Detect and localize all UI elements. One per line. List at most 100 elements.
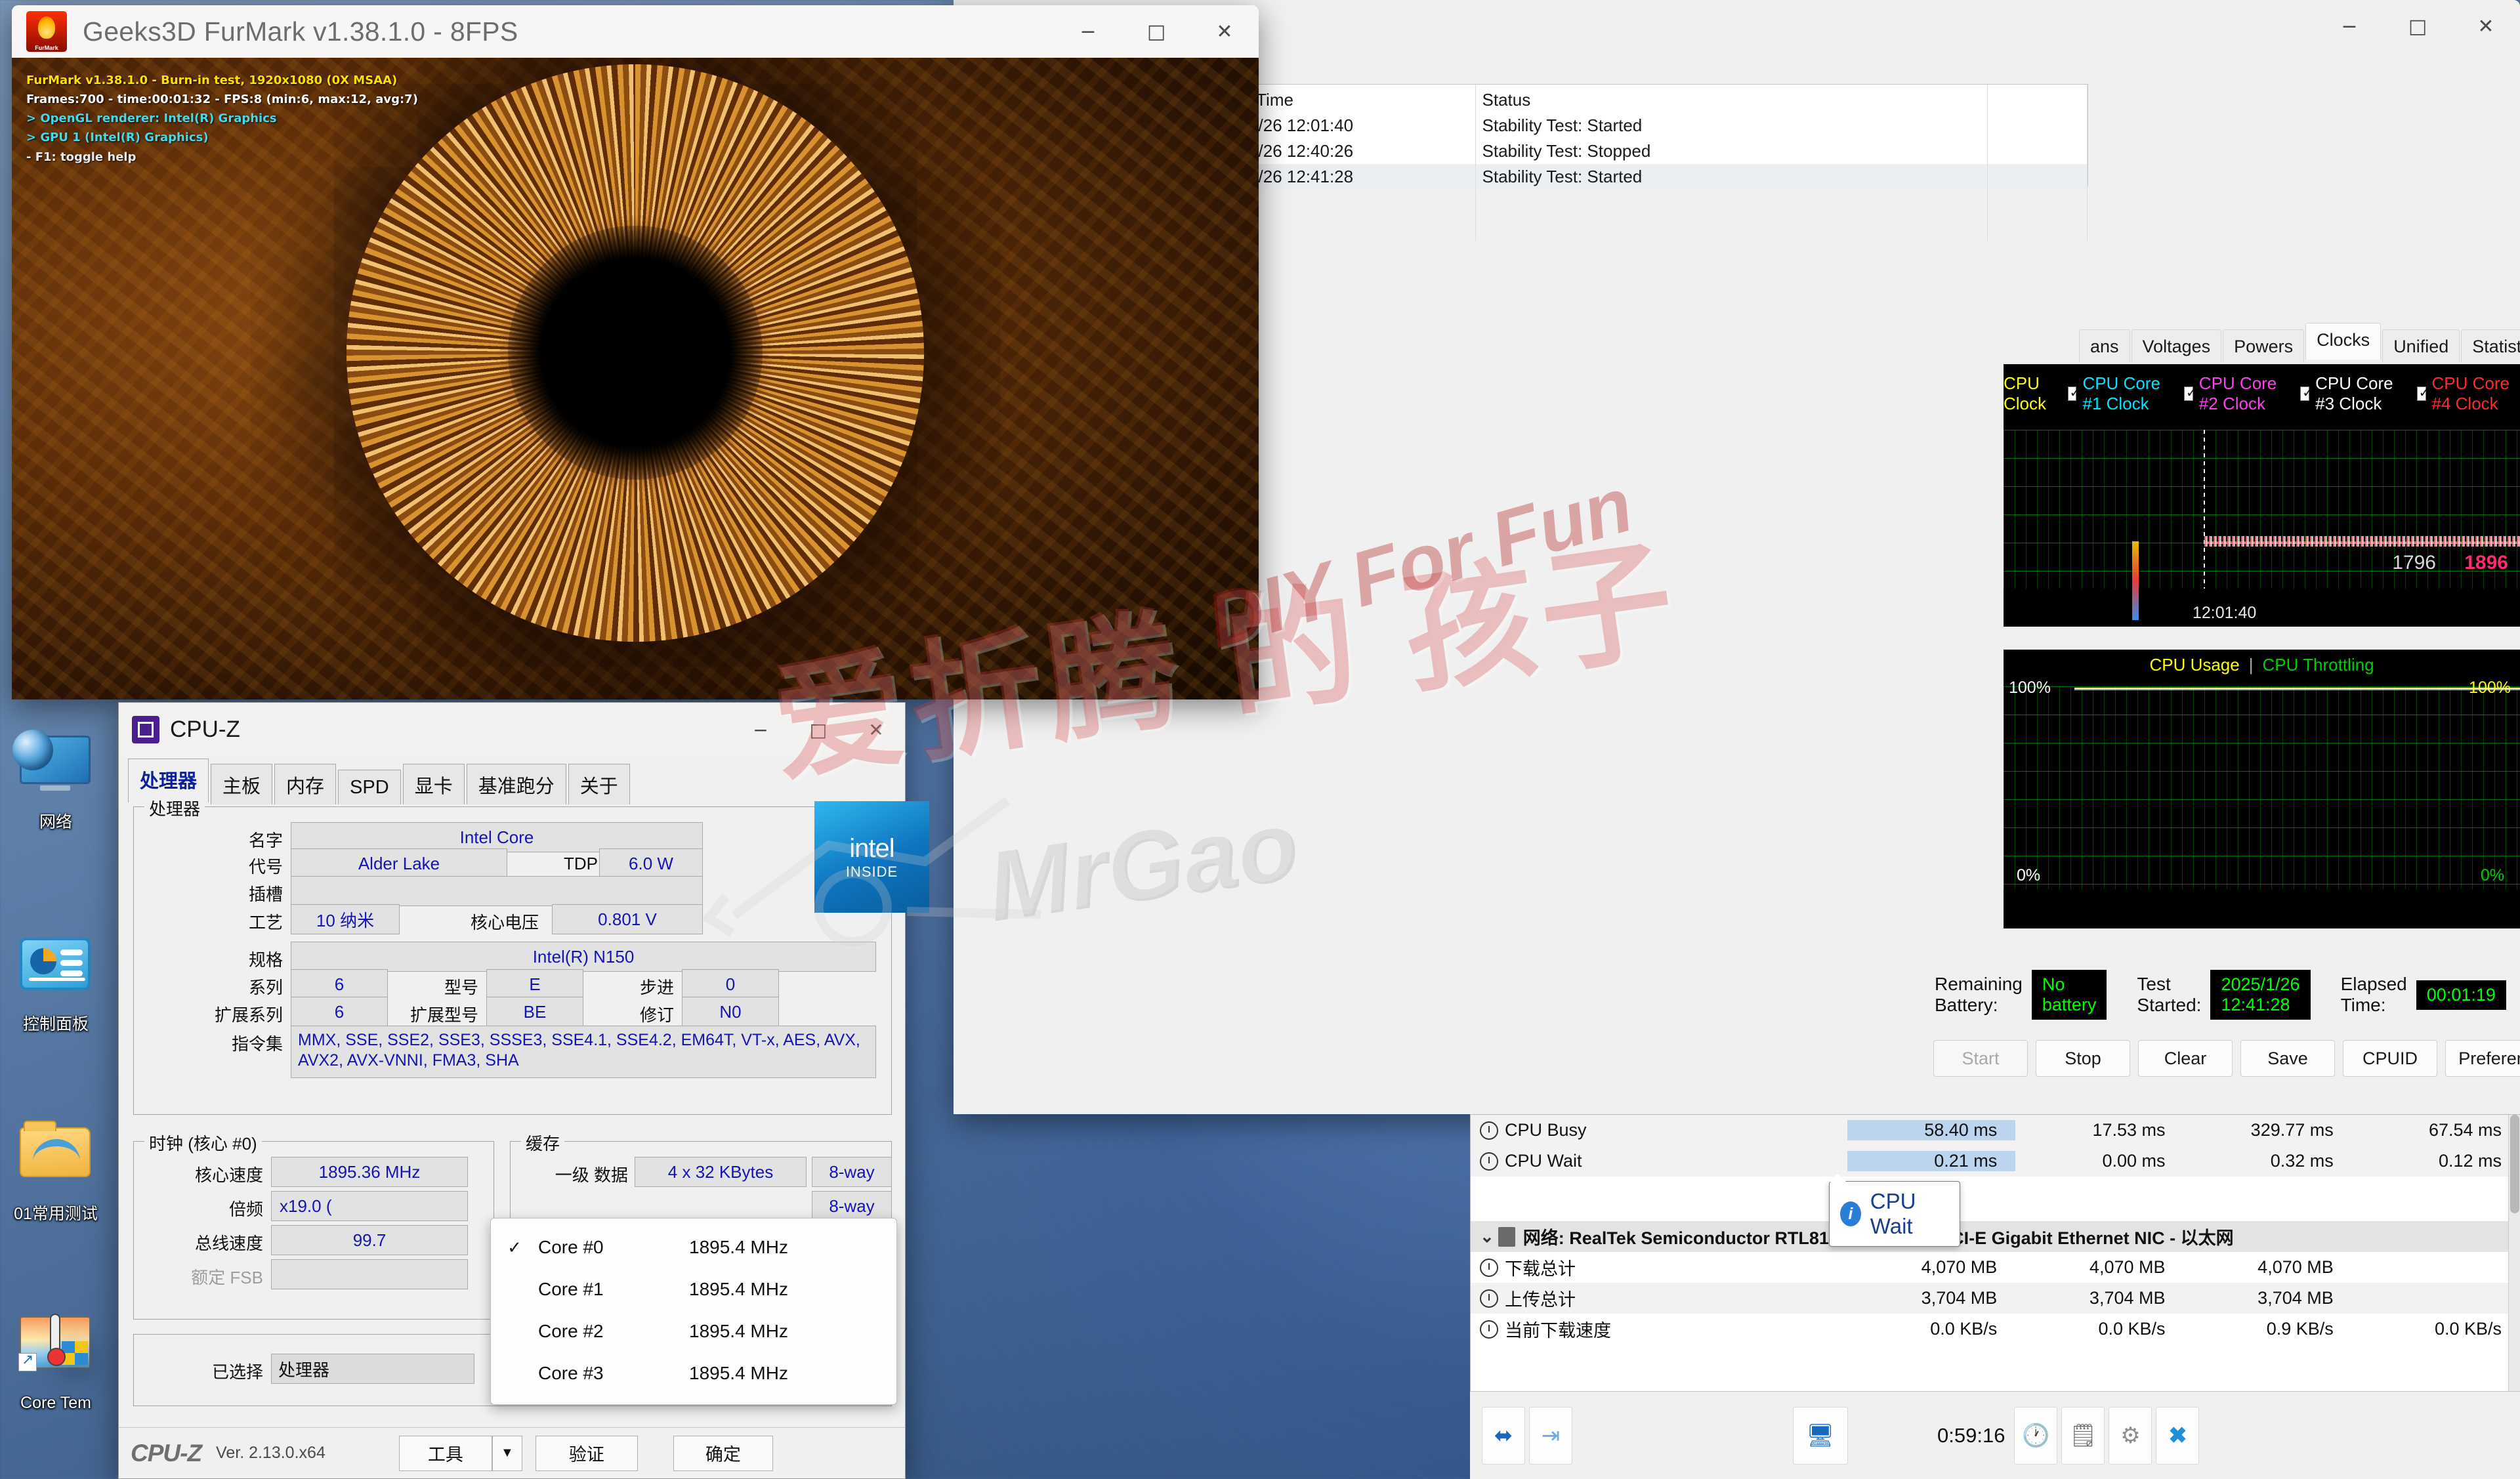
scrollbar-thumb[interactable] xyxy=(2510,1115,2519,1213)
core-selection-menu[interactable]: ✓ Core #0 1895.4 MHz Core #1 1895.4 MHz … xyxy=(490,1218,897,1405)
legend-cpu-core-3[interactable]: CPU Core #3 Clock xyxy=(2300,373,2403,414)
intel-logo-top: intel xyxy=(849,833,894,863)
close-icon[interactable]: ✕ xyxy=(847,703,905,757)
clock-icon xyxy=(1480,1152,1498,1171)
menu-item-core-3[interactable]: Core #3 1895.4 MHz xyxy=(491,1352,896,1394)
validate-button[interactable]: 验证 xyxy=(535,1435,638,1471)
desktop-icon-label: 控制面板 xyxy=(22,1015,89,1033)
desktop-icon-control-panel[interactable]: 控制面板 xyxy=(0,928,112,1034)
list-item[interactable]: CPU Busy 58.40 ms 17.53 ms 329.77 ms 67.… xyxy=(1471,1115,2520,1146)
tab-spd[interactable]: SPD xyxy=(338,770,401,804)
report-icon[interactable]: 🗒 xyxy=(2061,1406,2105,1465)
list-item-group-header[interactable]: ⌄ 网络: RealTek Semiconductor RTL8111/8168… xyxy=(1471,1221,2520,1252)
checkbox-icon[interactable] xyxy=(2067,385,2080,401)
list-item[interactable]: 上传总计 3,704 MB 3,704 MB 3,704 MB xyxy=(1471,1283,2520,1314)
sensor-name: 当前下载速度 xyxy=(1505,1321,1611,1341)
furmark-titlebar[interactable]: Geeks3D FurMark v1.38.1.0 - 8FPS − □ ✕ xyxy=(12,5,1259,58)
dual-monitor-icon[interactable]: 🖥 xyxy=(1793,1406,1848,1465)
save-button[interactable]: Save xyxy=(2240,1040,2335,1077)
preferences-button[interactable]: Preferences xyxy=(2445,1040,2520,1077)
value-rated-fsb xyxy=(271,1259,468,1289)
minimize-icon[interactable]: − xyxy=(2315,0,2384,52)
close-icon[interactable]: ✕ xyxy=(2452,0,2520,52)
table-row-selected[interactable]: 2025/1/26 12:41:28 Stability Test: Start… xyxy=(1200,164,2088,190)
desktop-icon-label: Core Tem xyxy=(20,1394,91,1412)
collapse-icon[interactable]: ⇥ xyxy=(1529,1406,1572,1465)
menu-item-core-2[interactable]: Core #2 1895.4 MHz xyxy=(491,1310,896,1352)
cpuid-button[interactable]: CPUID xyxy=(2343,1040,2437,1077)
tools-dropdown-arrow-icon[interactable]: ▼ xyxy=(492,1435,522,1471)
menu-item-core-1[interactable]: Core #1 1895.4 MHz xyxy=(491,1268,896,1310)
list-item[interactable]: 下载总计 4,070 MB 4,070 MB 4,070 MB xyxy=(1471,1252,2520,1283)
tab-fans[interactable]: ans xyxy=(2079,329,2130,362)
menu-item-freq: 1895.4 MHz xyxy=(689,1237,788,1257)
stop-button[interactable]: Stop xyxy=(2036,1040,2130,1077)
clear-button[interactable]: Clear xyxy=(2138,1040,2233,1077)
tab-mainboard[interactable]: 主板 xyxy=(211,764,273,804)
table-row[interactable]: 2025/1/26 12:01:40 Stability Test: Start… xyxy=(1200,113,2088,138)
legend-cpu-throttling[interactable]: CPU Throttling xyxy=(2263,655,2374,675)
cpuz-version: Ver. 2.13.0.x64 xyxy=(216,1444,326,1462)
core-temp-icon xyxy=(18,1314,92,1388)
label-core-speed: 核心速度 xyxy=(194,1165,263,1185)
maximize-icon[interactable]: □ xyxy=(789,703,847,757)
minimize-icon[interactable]: − xyxy=(732,703,789,757)
tab-statistics[interactable]: Statistics xyxy=(2461,329,2520,362)
tab-powers[interactable]: Powers xyxy=(2223,329,2305,362)
minimize-icon[interactable]: − xyxy=(1054,5,1122,58)
maximize-icon[interactable]: □ xyxy=(2384,0,2452,52)
desktop-icon-core-temp[interactable]: Core Tem xyxy=(0,1306,112,1413)
desktop-icon-test-folder[interactable]: 01常用测试 xyxy=(0,1115,112,1224)
checkbox-icon[interactable] xyxy=(2300,385,2313,401)
legend-cpu-usage[interactable]: CPU Usage xyxy=(2149,655,2239,675)
tab-voltages[interactable]: Voltages xyxy=(2131,329,2222,362)
list-item[interactable]: CPU Wait 0.21 ms 0.00 ms 0.32 ms 0.12 ms xyxy=(1471,1146,2520,1177)
clock-icon[interactable]: 🕐 xyxy=(2014,1406,2058,1465)
list-item[interactable]: 当前下载速度 0.0 KB/s 0.0 KB/s 0.9 KB/s 0.0 KB… xyxy=(1471,1314,2520,1344)
usage-ytick-left-top: 100% xyxy=(2009,678,2051,697)
tab-about[interactable]: 关于 xyxy=(568,764,630,804)
tab-unified[interactable]: Unified xyxy=(2382,329,2460,362)
gear-icon[interactable]: ⚙ xyxy=(2109,1406,2152,1465)
close-x-icon[interactable]: ✖ xyxy=(2156,1406,2200,1465)
sensor-name: CPU Wait xyxy=(1505,1151,1582,1171)
tools-button[interactable]: 工具 xyxy=(398,1435,492,1471)
value-socket xyxy=(291,876,703,906)
legend-cpu-core-4[interactable]: CPU Core #4 Clock xyxy=(2416,373,2520,414)
menu-item-core-0[interactable]: ✓ Core #0 1895.4 MHz xyxy=(491,1226,896,1268)
usage-graph-legend[interactable]: CPU Usage | CPU Throttling xyxy=(2004,655,2520,675)
value-selection[interactable]: 处理器 xyxy=(271,1354,474,1384)
checkbox-icon[interactable] xyxy=(2416,385,2429,401)
info-icon: i xyxy=(1840,1201,1861,1226)
tab-graphics[interactable]: 显卡 xyxy=(402,764,465,804)
label-stepping: 步进 xyxy=(639,978,674,997)
cpuz-app-icon xyxy=(132,716,159,743)
sensor-value: 0.9 KB/s xyxy=(2266,1319,2334,1339)
legend-cpu-clock[interactable]: CPU Clock xyxy=(2004,373,2055,414)
legend-cpu-core-2[interactable]: CPU Core #2 Clock xyxy=(2183,373,2287,414)
aida64-tab-bar[interactable]: ans Voltages Powers Clocks Unified Stati… xyxy=(2079,322,2520,362)
clocks-graph-legend[interactable]: CPU Clock CPU Core #1 Clock CPU Core #2 … xyxy=(2004,373,2520,414)
label-ext-family: 扩展系列 xyxy=(214,1005,283,1025)
clock-xtick-start: 12:01:40 xyxy=(2193,604,2257,622)
expand-icon[interactable]: ⬌ xyxy=(1482,1406,1525,1465)
close-icon[interactable]: ✕ xyxy=(1190,5,1259,58)
checkbox-icon[interactable] xyxy=(2183,385,2197,401)
start-button[interactable]: Start xyxy=(1933,1040,2028,1077)
tab-bench[interactable]: 基准跑分 xyxy=(466,764,566,804)
value-specification: Intel(R) N150 xyxy=(291,942,876,972)
legend-cpu-core-1[interactable]: CPU Core #1 Clock xyxy=(2067,373,2171,414)
desktop-icon-network[interactable]: 网络 xyxy=(0,725,112,832)
ok-button[interactable]: 确定 xyxy=(673,1435,773,1471)
sensor-name: 下载总计 xyxy=(1505,1259,1576,1279)
cpuz-window-buttons: − □ ✕ xyxy=(732,703,905,757)
table-row[interactable]: 2025/1/26 12:40:26 Stability Test: Stopp… xyxy=(1200,138,2088,164)
chevron-down-icon[interactable]: ⌄ xyxy=(1480,1226,1494,1247)
cell-status: Stability Test: Started xyxy=(1475,164,1988,190)
stability-log-table[interactable]: Date / Time Status 2025/1/26 12:01:40 St… xyxy=(1199,84,2088,241)
tab-clocks[interactable]: Clocks xyxy=(2305,323,2382,360)
tab-memory[interactable]: 内存 xyxy=(274,764,337,804)
cpuz-titlebar[interactable]: CPU-Z − □ ✕ xyxy=(119,703,905,757)
label-l1-data: 一级 数据 xyxy=(555,1165,628,1185)
maximize-icon[interactable]: □ xyxy=(1122,5,1190,58)
